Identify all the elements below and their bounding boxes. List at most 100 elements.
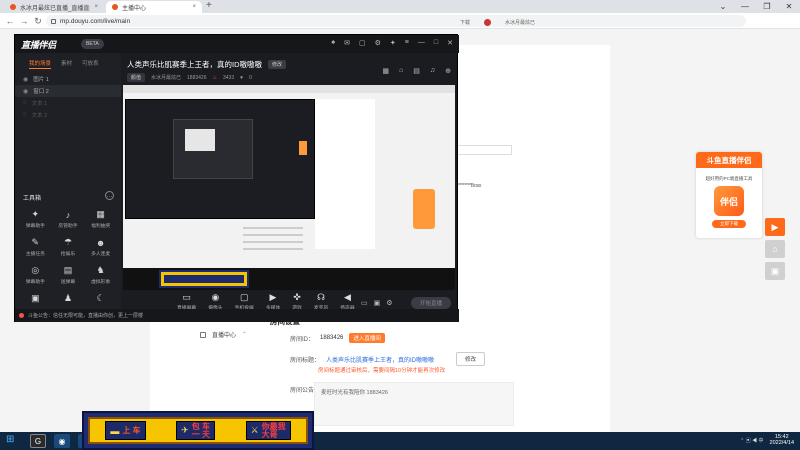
scene-item[interactable]: ◌ 文本 2 xyxy=(15,109,121,121)
toolbox-label: 工具箱 xyxy=(23,196,42,202)
close-icon[interactable]: × xyxy=(94,4,98,10)
settings-icon[interactable]: ⚙ xyxy=(375,39,381,47)
minimize-button[interactable]: — xyxy=(734,0,756,13)
eye-icon[interactable]: ◉ xyxy=(23,76,28,83)
layout-icon[interactable]: ▣ xyxy=(374,299,381,307)
home-float-icon[interactable]: ⌂ xyxy=(765,240,785,258)
clock[interactable]: 15:42 2022/4/14 xyxy=(770,434,794,446)
tool-label: 虚拟形象 xyxy=(91,280,111,285)
masked-text: *********Boss xyxy=(456,183,482,189)
avatar[interactable] xyxy=(484,19,492,26)
promo-download-button[interactable]: 立即下载 xyxy=(712,220,746,228)
enter-room-button[interactable]: 进入直播间 xyxy=(349,333,385,343)
preview-promo xyxy=(413,189,435,229)
tab-search-button[interactable]: ⌄ xyxy=(712,0,734,13)
eye-off-icon[interactable]: ◌ xyxy=(23,112,27,118)
tool-item[interactable]: ▣ xyxy=(19,293,52,304)
lock-icon[interactable]: ⌂ xyxy=(399,67,403,75)
reload-icon[interactable]: ↻ xyxy=(32,15,44,27)
eye-icon[interactable]: ◉ xyxy=(23,88,28,95)
back-icon[interactable]: ← xyxy=(4,15,16,27)
promo-card[interactable]: 斗鱼直播伴侣 超好用的PC端直播工具 伴侣 立即下载 xyxy=(696,152,762,238)
sidebar-item-live-center[interactable]: 直播中心 ⌃ xyxy=(200,330,247,339)
skin-icon[interactable]: ✦ xyxy=(390,39,396,47)
username[interactable]: 水冰月最炫已 xyxy=(505,19,535,26)
tool-item[interactable]: ✦ 弹幕助手 xyxy=(19,209,52,229)
url-field[interactable]: mp.douyu.com/live/main xyxy=(46,15,746,27)
scene-item[interactable]: ◌ 文本 1 xyxy=(15,97,121,109)
add-icon[interactable]: ⊕ xyxy=(445,67,451,75)
app-float-icon[interactable]: ▣ xyxy=(765,262,785,280)
tab-playlist[interactable]: 可放表 xyxy=(82,59,99,69)
tab-materials[interactable]: 素材 xyxy=(61,59,72,69)
start-live-button[interactable]: 开始直播 xyxy=(411,297,451,309)
tool-item[interactable]: ☻ 多人连麦 xyxy=(84,237,117,258)
hot-icon: ♨ xyxy=(212,74,217,81)
tool-label: 送弹幕 xyxy=(60,280,76,285)
scene-label: 图片 1 xyxy=(33,77,49,83)
browser-tab-anchor-center[interactable]: 主播中心 × xyxy=(106,1,202,13)
banner-item: ▬ 上 车 xyxy=(105,421,146,440)
new-tab-button[interactable]: + xyxy=(206,1,212,11)
more-icon[interactable]: … xyxy=(105,191,114,200)
preview-float-button xyxy=(299,141,307,155)
tool-item[interactable]: ♟ xyxy=(52,293,85,304)
close-icon[interactable]: × xyxy=(192,4,196,10)
scene-panel: 我的场景 素材 可放表 ◉ 图片 1 ◉ 窗口 2 ◌ 文本 1 ◌ 文本 2 … xyxy=(15,53,121,309)
tool-icon: ♞ xyxy=(96,265,105,275)
scene-item[interactable]: ◉ 窗口 2 xyxy=(15,85,121,97)
close-window-button[interactable]: ✕ xyxy=(778,0,800,13)
minimize-icon[interactable]: — xyxy=(418,39,425,47)
play-float-icon[interactable]: ▶ xyxy=(765,218,785,236)
tool-item[interactable]: ◎ 弹幕助手 xyxy=(19,265,52,285)
notice-field[interactable]: 麦旺时光有我陪你 1883426 xyxy=(314,382,514,426)
layout-icon[interactable]: ▦ xyxy=(382,67,389,75)
maximize-icon[interactable]: □ xyxy=(434,39,438,47)
bag-icon[interactable]: ▤ xyxy=(413,67,420,75)
category-chip[interactable]: 颜值 xyxy=(127,73,146,82)
record-icon[interactable]: ▭ xyxy=(361,299,368,307)
room-title-text: 人类声乐比肌赛季上王者，真的ID嗷嗷嗷 xyxy=(127,60,262,69)
tool-item[interactable]: ♪ 房管助手 xyxy=(52,209,85,230)
control-icon: ✜ xyxy=(293,292,301,302)
fans-icon: ♥ xyxy=(240,74,244,81)
eye-off-icon[interactable]: ◌ xyxy=(23,100,27,106)
preview-text-lines xyxy=(243,227,303,267)
scene-label: 文本 1 xyxy=(31,101,48,107)
tool-item[interactable]: ▦ 福利抽奖 xyxy=(84,209,117,229)
tool-item[interactable]: ♞ 虚拟形象 xyxy=(84,265,117,285)
promo-header: 斗鱼直播伴侣 xyxy=(696,152,762,168)
companion-app-icon[interactable]: G xyxy=(30,434,46,448)
alert-icon xyxy=(19,313,24,318)
input-field[interactable] xyxy=(456,145,512,155)
chat-icon[interactable]: ▢ xyxy=(359,39,366,47)
maximize-button[interactable]: ❐ xyxy=(756,0,778,13)
download-link[interactable]: 下载 xyxy=(460,19,470,26)
tab-my-scenes[interactable]: 我的场景 xyxy=(29,59,52,69)
tool-item[interactable]: ☂ 抢娱乐 xyxy=(52,237,85,257)
browser-tab-douyu-room[interactable]: 水冰月最炫已直播_直播直播_斗... × xyxy=(4,1,104,13)
scene-item[interactable]: ◉ 图片 1 xyxy=(15,73,121,85)
edit-room-title-button[interactable]: 修改 xyxy=(268,60,287,69)
tray-icons[interactable]: ⌃ ▣ ◀ 中 xyxy=(740,437,763,444)
room-title: 人类声乐比肌赛季上王者，真的ID嗷嗷嗷 修改 xyxy=(127,59,287,70)
windows-start-icon[interactable]: ⊞ xyxy=(6,434,14,445)
tool-item[interactable]: ☾ xyxy=(84,293,117,304)
avatar-icon[interactable]: ♠ xyxy=(331,39,335,47)
chrome-icon[interactable]: ◉ xyxy=(54,434,70,448)
tool-icon: ☻ xyxy=(95,237,106,248)
menu-icon[interactable]: ≡ xyxy=(405,39,409,47)
stream-preview[interactable] xyxy=(123,85,455,290)
settings-icon[interactable]: ⚙ xyxy=(386,299,392,307)
tool-label: 主播任务 xyxy=(25,252,45,257)
edit-title-button[interactable]: 修改 xyxy=(456,352,486,366)
tool-item[interactable]: ▤ 送弹幕 xyxy=(52,265,85,285)
tool-item[interactable]: ✎ 主播任务 xyxy=(19,237,52,257)
plane-icon: ✈ xyxy=(181,425,189,435)
douyu-favicon xyxy=(112,4,118,10)
douyu-favicon xyxy=(10,4,16,10)
forward-icon[interactable]: → xyxy=(18,15,30,27)
close-icon[interactable]: ✕ xyxy=(447,39,453,47)
bell-icon[interactable]: ♫ xyxy=(430,67,435,75)
message-icon[interactable]: ✉ xyxy=(344,39,350,47)
